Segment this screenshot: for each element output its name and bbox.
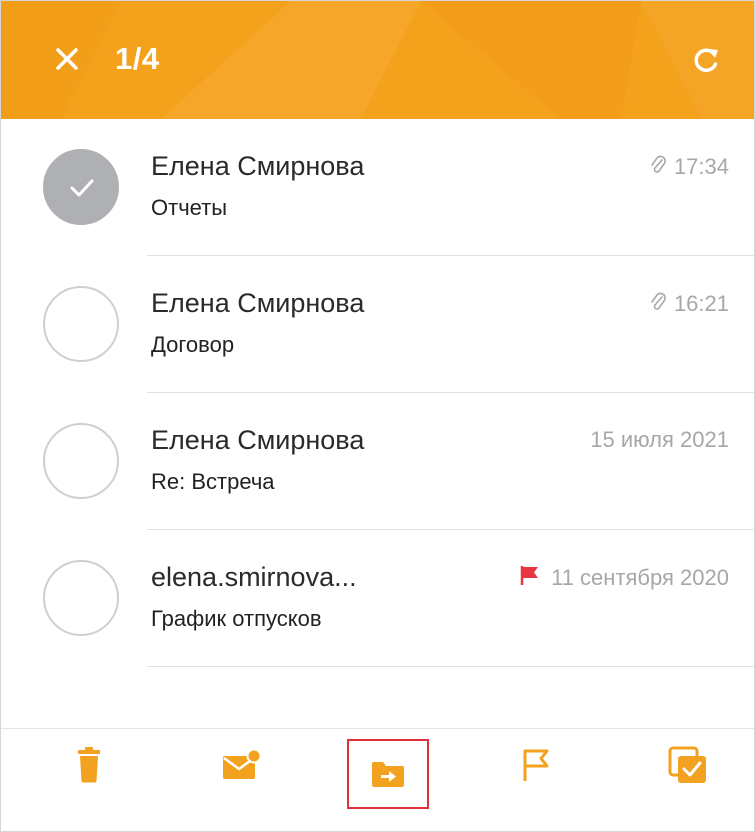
- move-to-folder-button[interactable]: [347, 739, 429, 809]
- selection-count: 1/4: [115, 41, 160, 76]
- paperclip-icon: [650, 290, 666, 318]
- message-time: 17:34: [673, 154, 729, 179]
- selection-checkbox[interactable]: [43, 560, 119, 636]
- message-sender: Елена Смирнова: [151, 425, 365, 455]
- check-icon: [70, 179, 94, 197]
- close-icon[interactable]: [51, 43, 83, 75]
- message-date: 15 июля 2021: [590, 427, 729, 452]
- select-all-icon: [668, 746, 706, 783]
- message-meta: 16:21: [650, 290, 729, 318]
- message-sender: Елена Смирнова: [151, 151, 365, 181]
- selection-checkbox[interactable]: [43, 423, 119, 499]
- message-sender: Елена Смирнова: [151, 288, 365, 318]
- red-flag-icon: [519, 564, 541, 592]
- mark-unread-icon: [223, 749, 261, 779]
- message-subject: Re: Встреча: [151, 469, 275, 494]
- paperclip-icon: [650, 153, 666, 181]
- message-row[interactable]: Елена Смирнова Отчеты 17:34: [1, 119, 754, 256]
- message-subject: Отчеты: [151, 195, 228, 220]
- flag-icon: [523, 749, 549, 781]
- refresh-icon[interactable]: [691, 45, 721, 75]
- message-meta: 17:34: [650, 153, 729, 181]
- message-subject: Договор: [151, 332, 235, 357]
- selection-checkbox[interactable]: [43, 286, 119, 362]
- message-time: 16:21: [673, 291, 729, 316]
- delete-button[interactable]: [59, 729, 119, 801]
- message-sender: elena.smirnova...: [151, 562, 357, 592]
- message-meta: 15 июля 2021: [590, 427, 729, 453]
- message-row[interactable]: Елена Смирнова Re: Встреча 15 июля 2021: [1, 393, 754, 530]
- message-row[interactable]: elena.smirnova... График отпусков 11 сен…: [1, 530, 754, 667]
- bottom-toolbar: [1, 728, 754, 831]
- message-meta: 11 сентября 2020: [519, 564, 729, 592]
- mail-selection-screen: 1/4 Елена Смирнова Отчеты 17:34 Елена См…: [0, 0, 755, 832]
- message-row[interactable]: Елена Смирнова Договор 16:21: [1, 256, 754, 393]
- flag-button[interactable]: [506, 729, 566, 801]
- trash-icon: [78, 747, 100, 783]
- select-all-button[interactable]: [658, 729, 718, 801]
- row-divider: [147, 666, 754, 667]
- message-subject: График отпусков: [151, 606, 322, 631]
- header-background: [1, 1, 754, 119]
- selection-checkbox-checked[interactable]: [43, 149, 119, 225]
- move-to-folder-icon: [372, 762, 404, 787]
- mark-unread-button[interactable]: [211, 729, 271, 801]
- message-date: 11 сентября 2020: [551, 565, 729, 590]
- selection-header: 1/4: [1, 1, 754, 119]
